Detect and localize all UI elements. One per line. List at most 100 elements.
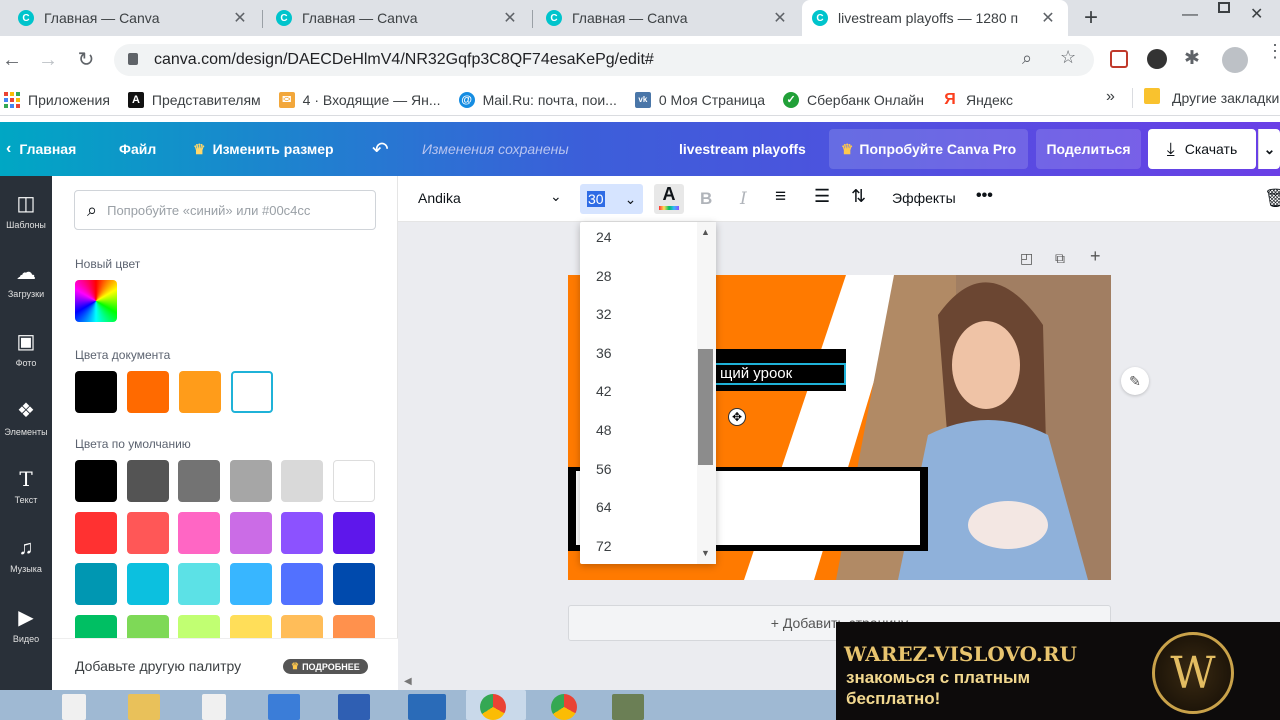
rail-item-uploads[interactable]: ☁ Загрузки [0, 245, 52, 313]
download-button[interactable]: ⤓ Скачать [1148, 129, 1256, 169]
app-taskbar-icon[interactable] [408, 694, 446, 720]
rail-item-elements[interactable]: ❖ Элементы [0, 383, 52, 451]
duplicate-page-icon[interactable]: ⧉ [1055, 250, 1065, 267]
add-page-plus-icon[interactable]: + [1090, 246, 1101, 267]
scroll-down-arrow-icon[interactable]: ▼ [701, 548, 710, 558]
bookmark-item[interactable]: A Представителям [127, 91, 261, 108]
bookmark-item[interactable]: ✉ 4 · Входящие — Ян... [278, 91, 441, 108]
more-badge[interactable]: ♛ ПОДРОБНЕЕ [283, 659, 368, 674]
new-color-swatch[interactable] [75, 280, 117, 322]
zoom-search-icon[interactable]: ⌕ [1022, 48, 1032, 69]
default-color-swatch[interactable] [229, 511, 272, 554]
chrome-icon[interactable] [551, 694, 577, 720]
close-window-icon[interactable]: ✕ [1250, 4, 1263, 24]
font-size-option[interactable]: 64 [596, 499, 612, 515]
default-color-swatch[interactable] [332, 563, 375, 605]
photos-app-icon[interactable] [612, 694, 644, 720]
italic-icon[interactable]: I [740, 189, 747, 209]
default-color-swatch[interactable] [75, 511, 117, 554]
font-size-option[interactable]: 28 [596, 268, 612, 284]
font-size-option[interactable]: 24 [596, 229, 612, 245]
close-tab-icon[interactable]: ✕ [1038, 8, 1058, 28]
file-explorer-icon[interactable] [128, 694, 160, 720]
minimize-window-icon[interactable]: — [1182, 6, 1198, 24]
close-tab-icon[interactable]: ✕ [230, 8, 250, 28]
default-color-swatch[interactable] [178, 563, 220, 605]
more-options-icon[interactable]: ••• [976, 187, 993, 205]
scroll-up-arrow-icon[interactable]: ▲ [701, 227, 710, 237]
address-bar[interactable]: canva.com/design/DAECDeHlmV4/NR32Gqfp3C8… [114, 44, 1094, 76]
bookmark-item[interactable]: @ Mail.Ru: почта, пои... [458, 91, 617, 108]
default-color-swatch[interactable] [281, 563, 323, 605]
browser-tab-active[interactable]: C livestream playoffs — 1280 п ✕ [802, 0, 1068, 36]
text-color-button[interactable]: A [654, 184, 684, 214]
bold-icon[interactable]: B [700, 189, 712, 209]
try-pro-button[interactable]: ♛ Попробуйте Canva Pro [829, 129, 1028, 169]
mail-app-icon[interactable] [338, 694, 370, 720]
default-color-swatch[interactable] [75, 460, 117, 502]
doc-color-swatch[interactable] [75, 371, 117, 413]
default-color-swatch[interactable] [178, 511, 220, 554]
rail-item-music[interactable]: ♫ Музыка [0, 521, 52, 589]
font-size-input[interactable]: 30 ⌄ [580, 184, 643, 214]
profile-avatar-icon[interactable] [1222, 47, 1248, 73]
rail-item-video[interactable]: ▶ Видео [0, 590, 52, 658]
rail-item-text[interactable]: T Текст [0, 452, 52, 520]
rail-item-templates[interactable]: ◫ Шаблоны [0, 176, 52, 244]
default-color-swatch[interactable] [281, 460, 323, 502]
line-spacing-icon[interactable]: ⇅ [851, 186, 866, 207]
close-tab-icon[interactable]: ✕ [770, 8, 790, 28]
puzzle-extensions-icon[interactable]: ✱ [1184, 47, 1200, 70]
font-size-option[interactable]: 32 [596, 306, 612, 322]
browser-tab[interactable]: C Главная — Canva ✕ [8, 0, 260, 36]
trash-icon[interactable]: 🗑 [1264, 188, 1280, 209]
bookmark-item[interactable]: ✓ Сбербанк Онлайн [783, 91, 924, 108]
download-options-chevron-icon[interactable]: ⌄ [1258, 129, 1280, 169]
document-taskbar-icon[interactable] [202, 694, 226, 720]
bookmark-star-icon[interactable]: ☆ [1060, 47, 1076, 68]
close-tab-icon[interactable]: ✕ [500, 8, 520, 28]
share-button[interactable]: Поделиться [1036, 129, 1141, 169]
default-color-swatch[interactable] [75, 563, 117, 605]
font-size-option[interactable]: 36 [596, 345, 612, 361]
undo-icon[interactable]: ↶ [372, 122, 389, 176]
audio-app-icon[interactable] [268, 694, 300, 720]
comment-icon[interactable]: ✎ [1121, 367, 1149, 395]
effects-button[interactable]: Эффекты [892, 190, 956, 206]
extension-icon[interactable] [1110, 50, 1128, 68]
bookmarks-overflow-icon[interactable]: » [1106, 88, 1115, 106]
bookmark-item[interactable]: vk 0 Моя Страница [634, 91, 765, 108]
scrollbar-thumb[interactable] [698, 349, 713, 465]
new-tab-plus-icon[interactable]: + [1084, 4, 1098, 32]
font-dropdown-chevron-icon[interactable]: ⌄ [550, 188, 562, 205]
default-color-swatch[interactable] [178, 460, 220, 502]
scroll-left-icon[interactable]: ◀ [404, 676, 412, 687]
default-color-swatch[interactable] [281, 511, 323, 554]
back-arrow-icon[interactable]: ← [0, 48, 24, 72]
browser-menu-icon[interactable]: ⋮ [1266, 42, 1280, 60]
default-color-swatch[interactable] [332, 460, 375, 502]
browser-tab[interactable]: C Главная — Canva ✕ [266, 0, 530, 36]
doc-color-swatch[interactable] [231, 371, 273, 413]
document-taskbar-icon[interactable] [62, 694, 86, 720]
bookmark-item[interactable]: Приложения [4, 91, 110, 108]
maximize-window-icon[interactable] [1218, 2, 1230, 13]
design-title[interactable]: livestream playoffs [679, 122, 806, 176]
move-handle-icon[interactable]: ✥ [728, 408, 746, 426]
doc-color-swatch[interactable] [127, 371, 169, 413]
default-color-swatch[interactable] [229, 563, 272, 605]
browser-tab[interactable]: C Главная — Canva ✕ [536, 0, 800, 36]
home-link[interactable]: ‹ Главная [6, 122, 76, 176]
color-search-input[interactable]: ⌕ Попробуйте «синий» или #00c4cc [74, 190, 376, 230]
default-color-swatch[interactable] [126, 511, 169, 554]
font-size-option[interactable]: 42 [596, 383, 612, 399]
selected-text-box[interactable]: щий уроок [714, 363, 846, 385]
doc-color-swatch[interactable] [179, 371, 221, 413]
font-size-option[interactable]: 56 [596, 461, 612, 477]
font-size-option[interactable]: 72 [596, 538, 612, 554]
download-extension-icon[interactable] [1147, 49, 1167, 69]
align-center-icon[interactable]: ≡ [775, 186, 786, 208]
font-family-select[interactable]: Andika [418, 190, 461, 206]
rail-item-photos[interactable]: ▣ Фото [0, 314, 52, 382]
bookmark-item[interactable]: Я Яндекс [942, 91, 1013, 108]
